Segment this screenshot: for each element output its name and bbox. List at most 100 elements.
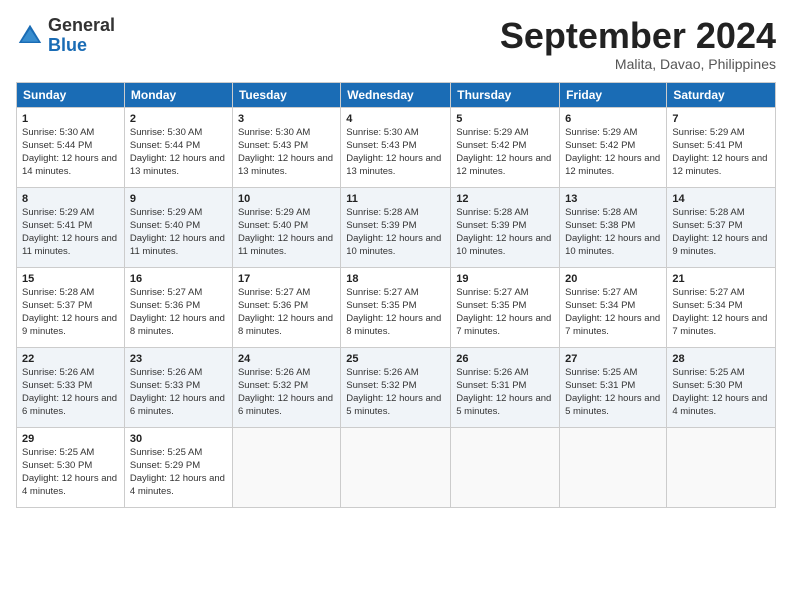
table-row: 29Sunrise: 5:25 AMSunset: 5:30 PMDayligh… [17, 427, 125, 507]
day-info: Sunset: 5:41 PM [22, 220, 119, 233]
day-info: Sunrise: 5:26 AM [456, 367, 554, 380]
day-info: Sunset: 5:40 PM [238, 220, 335, 233]
table-row: 14Sunrise: 5:28 AMSunset: 5:37 PMDayligh… [667, 187, 776, 267]
col-saturday: Saturday [667, 82, 776, 107]
day-info: Sunset: 5:44 PM [130, 140, 227, 153]
table-row [667, 427, 776, 507]
day-info: Sunset: 5:43 PM [238, 140, 335, 153]
calendar-week-row: 15Sunrise: 5:28 AMSunset: 5:37 PM Dayligh… [17, 267, 776, 347]
day-info: Daylight: 12 hours and 6 minutes. [22, 393, 119, 419]
day-info: Sunset: 5:35 PM [456, 300, 554, 313]
day-info: Sunset: 5:33 PM [130, 380, 227, 393]
day-info: Sunrise: 5:25 AM [22, 447, 119, 460]
day-info: Daylight: 12 hours and 8 minutes. [238, 313, 335, 339]
calendar-table: Sunday Monday Tuesday Wednesday Thursday… [16, 82, 776, 508]
day-number: 28 [672, 352, 770, 367]
logo-line2: Blue [48, 35, 87, 55]
day-info: Daylight: 12 hours and 13 minutes. [238, 153, 335, 179]
day-info: Sunrise: 5:30 AM [346, 127, 445, 140]
col-friday: Friday [560, 82, 667, 107]
day-number: 20 [565, 272, 661, 287]
day-info: Sunset: 5:30 PM [22, 460, 119, 473]
day-info: Sunset: 5:37 PM [22, 300, 119, 313]
calendar-header-row: Sunday Monday Tuesday Wednesday Thursday… [17, 82, 776, 107]
table-row: 1Sunrise: 5:30 AMSunset: 5:44 PMDaylight… [17, 107, 125, 187]
day-info: Sunset: 5:31 PM [456, 380, 554, 393]
day-number: 13 [565, 192, 661, 207]
day-info: Daylight: 12 hours and 5 minutes. [456, 393, 554, 419]
day-info: Sunset: 5:33 PM [22, 380, 119, 393]
day-info: Sunrise: 5:30 AM [238, 127, 335, 140]
col-thursday: Thursday [451, 82, 560, 107]
logo: General Blue [16, 16, 115, 56]
day-info: Daylight: 12 hours and 4 minutes. [672, 393, 770, 419]
col-monday: Monday [124, 82, 232, 107]
day-info: Sunrise: 5:27 AM [238, 287, 335, 300]
table-row [451, 427, 560, 507]
day-info: Sunset: 5:41 PM [672, 140, 770, 153]
day-info: Daylight: 12 hours and 7 minutes. [565, 313, 661, 339]
day-info: Sunset: 5:30 PM [672, 380, 770, 393]
day-number: 23 [130, 352, 227, 367]
table-row: 5Sunrise: 5:29 AMSunset: 5:42 PMDaylight… [451, 107, 560, 187]
day-info: Sunrise: 5:29 AM [565, 127, 661, 140]
day-number: 14 [672, 192, 770, 207]
table-row: 27Sunrise: 5:25 AMSunset: 5:31 PMDayligh… [560, 347, 667, 427]
day-number: 11 [346, 192, 445, 207]
location-subtitle: Malita, Davao, Philippines [500, 56, 776, 72]
day-info: Daylight: 12 hours and 13 minutes. [130, 153, 227, 179]
table-row: 10Sunrise: 5:29 AMSunset: 5:40 PMDayligh… [232, 187, 340, 267]
calendar-week-row: 8Sunrise: 5:29 AMSunset: 5:41 PMDaylight… [17, 187, 776, 267]
day-info: Sunrise: 5:25 AM [130, 447, 227, 460]
day-info: Sunrise: 5:27 AM [565, 287, 661, 300]
day-info: Sunset: 5:38 PM [565, 220, 661, 233]
day-number: 7 [672, 112, 770, 127]
day-number: 3 [238, 112, 335, 127]
day-info: Daylight: 12 hours and 8 minutes. [130, 313, 227, 339]
day-info: Daylight: 12 hours and 6 minutes. [130, 393, 227, 419]
day-info: Sunrise: 5:27 AM [456, 287, 554, 300]
day-info: Sunset: 5:36 PM [130, 300, 227, 313]
logo-text: General Blue [48, 16, 115, 56]
day-number: 19 [456, 272, 554, 287]
day-info: Sunset: 5:32 PM [346, 380, 445, 393]
table-row: 4Sunrise: 5:30 AMSunset: 5:43 PMDaylight… [341, 107, 451, 187]
day-info: Sunset: 5:42 PM [565, 140, 661, 153]
day-info: Sunrise: 5:29 AM [456, 127, 554, 140]
table-row: 15Sunrise: 5:28 AMSunset: 5:37 PMDayligh… [17, 267, 125, 347]
day-info: Daylight: 12 hours and 11 minutes. [238, 233, 335, 259]
day-info: Sunset: 5:40 PM [130, 220, 227, 233]
day-number: 4 [346, 112, 445, 127]
day-number: 25 [346, 352, 445, 367]
day-info: Sunset: 5:43 PM [346, 140, 445, 153]
day-info: Sunset: 5:29 PM [130, 460, 227, 473]
day-info: Daylight: 12 hours and 7 minutes. [456, 313, 554, 339]
day-number: 18 [346, 272, 445, 287]
day-info: Sunrise: 5:26 AM [130, 367, 227, 380]
day-info: Sunrise: 5:29 AM [672, 127, 770, 140]
logo-line1: General [48, 15, 115, 35]
day-info: Daylight: 12 hours and 14 minutes. [22, 153, 119, 179]
table-row: 28Sunrise: 5:25 AMSunset: 5:30 PMDayligh… [667, 347, 776, 427]
day-info: Daylight: 12 hours and 10 minutes. [565, 233, 661, 259]
day-info: Daylight: 12 hours and 12 minutes. [672, 153, 770, 179]
day-number: 15 [22, 272, 119, 287]
day-number: 16 [130, 272, 227, 287]
table-row [560, 427, 667, 507]
calendar-week-row: 1Sunrise: 5:30 AMSunset: 5:44 PMDaylight… [17, 107, 776, 187]
day-number: 22 [22, 352, 119, 367]
day-info: Daylight: 12 hours and 11 minutes. [22, 233, 119, 259]
table-row: 13Sunrise: 5:28 AMSunset: 5:38 PMDayligh… [560, 187, 667, 267]
day-info: Daylight: 12 hours and 9 minutes. [672, 233, 770, 259]
day-info: Daylight: 12 hours and 12 minutes. [456, 153, 554, 179]
day-info: Sunrise: 5:26 AM [22, 367, 119, 380]
day-number: 27 [565, 352, 661, 367]
day-info: Sunrise: 5:28 AM [565, 207, 661, 220]
calendar-week-row: 29Sunrise: 5:25 AMSunset: 5:30 PMDayligh… [17, 427, 776, 507]
day-info: Sunset: 5:37 PM [672, 220, 770, 233]
day-info: Sunrise: 5:28 AM [22, 287, 119, 300]
table-row: 2Sunrise: 5:30 AMSunset: 5:44 PMDaylight… [124, 107, 232, 187]
day-info: Sunrise: 5:27 AM [130, 287, 227, 300]
day-info: Sunrise: 5:29 AM [238, 207, 335, 220]
day-number: 8 [22, 192, 119, 207]
